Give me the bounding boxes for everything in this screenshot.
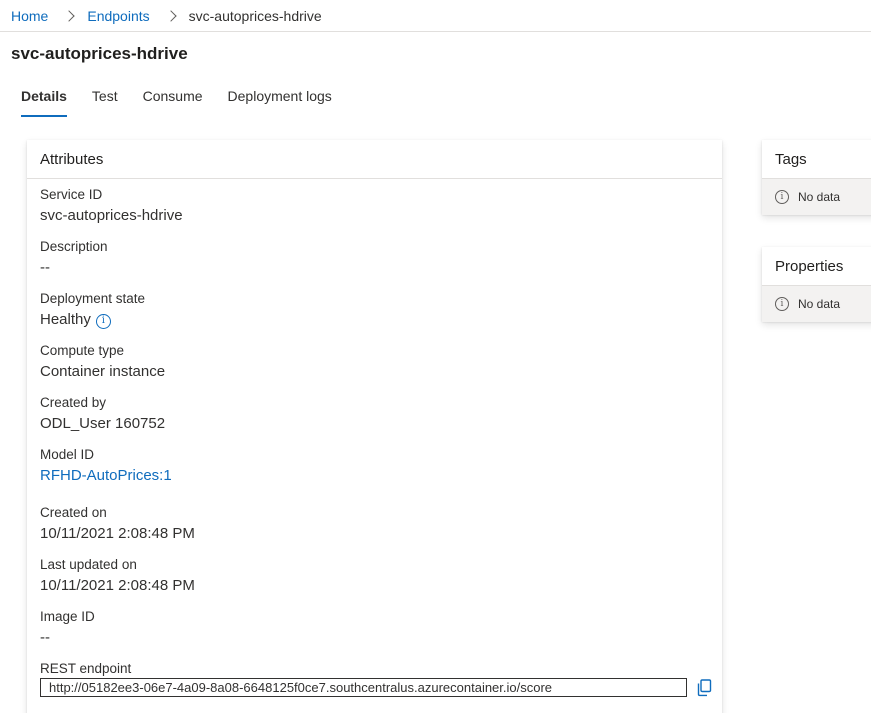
compute-type-value: Container instance: [40, 363, 166, 380]
chevron-right-icon: [63, 10, 76, 22]
header-divider: [0, 31, 871, 32]
tab-consume[interactable]: Consume: [143, 88, 203, 118]
deployment-state-row: Healthy i: [40, 309, 145, 331]
model-id-label: Model ID: [40, 447, 95, 462]
copy-icon[interactable]: [696, 679, 712, 697]
description-value: --: [40, 259, 50, 276]
compute-type-field: Compute type Container instance: [40, 342, 165, 383]
image-id-value: --: [40, 629, 50, 646]
page-title: svc-autoprices-hdrive: [11, 44, 188, 63]
info-icon: i: [775, 190, 789, 204]
tab-test[interactable]: Test: [92, 88, 118, 118]
tab-deployment-logs[interactable]: Deployment logs: [228, 88, 332, 118]
deployment-state-field: Deployment state Healthy i: [40, 290, 145, 331]
compute-type-label: Compute type: [40, 343, 125, 358]
created-by-label: Created by: [40, 395, 107, 410]
tags-empty-state: i No data: [762, 179, 871, 215]
last-updated-value: 10/11/2021 2:08:48 PM: [40, 577, 195, 594]
properties-no-data-text: No data: [798, 297, 841, 311]
info-icon[interactable]: i: [95, 313, 111, 329]
properties-header: Properties: [762, 247, 871, 286]
rest-endpoint-label: REST endpoint: [40, 661, 132, 676]
breadcrumb: Home Endpoints svc-autoprices-hdrive: [11, 7, 322, 25]
rest-endpoint-input[interactable]: http://05182ee3-06e7-4a09-8a08-6648125f0…: [40, 678, 687, 697]
chevron-right-icon: [164, 10, 177, 22]
last-updated-field: Last updated on 10/11/2021 2:08:48 PM: [40, 556, 195, 597]
attributes-header: Attributes: [27, 140, 722, 179]
image-id-label: Image ID: [40, 609, 95, 624]
created-on-label: Created on: [40, 505, 107, 520]
image-id-field: Image ID --: [40, 608, 95, 649]
tab-details[interactable]: Details: [21, 88, 67, 118]
deployment-state-value: Healthy: [40, 311, 91, 328]
info-icon: i: [775, 297, 789, 311]
tags-no-data-text: No data: [798, 190, 841, 204]
breadcrumb-current: svc-autoprices-hdrive: [188, 8, 322, 24]
created-by-field: Created by ODL_User 160752: [40, 394, 165, 435]
tags-header: Tags: [762, 140, 871, 179]
tags-card: Tags i No data: [762, 140, 871, 215]
rest-endpoint-field: REST endpoint: [40, 660, 131, 678]
properties-empty-state: i No data: [762, 286, 871, 322]
properties-card: Properties i No data: [762, 247, 871, 322]
model-id-field: Model ID RFHD-AutoPrices:1: [40, 446, 172, 487]
created-on-value: 10/11/2021 2:08:48 PM: [40, 525, 195, 542]
service-id-label: Service ID: [40, 187, 103, 202]
tab-bar: Details Test Consume Deployment logs: [21, 88, 357, 118]
created-by-value: ODL_User 160752: [40, 415, 166, 432]
description-field: Description --: [40, 238, 108, 279]
breadcrumb-endpoints-link[interactable]: Endpoints: [87, 8, 149, 24]
description-label: Description: [40, 239, 108, 254]
attributes-card: Attributes Service ID svc-autoprices-hdr…: [27, 140, 722, 713]
service-id-field: Service ID svc-autoprices-hdrive: [40, 186, 183, 227]
last-updated-label: Last updated on: [40, 557, 137, 572]
service-id-value: svc-autoprices-hdrive: [40, 207, 183, 224]
model-id-link[interactable]: RFHD-AutoPrices:1: [40, 465, 172, 487]
created-on-field: Created on 10/11/2021 2:08:48 PM: [40, 504, 195, 545]
breadcrumb-home-link[interactable]: Home: [11, 8, 48, 24]
deployment-state-label: Deployment state: [40, 291, 146, 306]
